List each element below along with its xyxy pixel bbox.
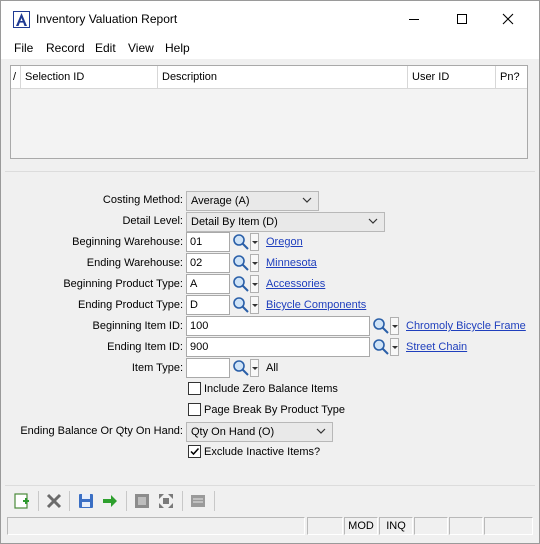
status-cell-empty	[484, 517, 533, 535]
toolbar-separator	[38, 491, 39, 511]
chevron-down-icon	[302, 197, 312, 203]
search-icon[interactable]	[232, 233, 250, 251]
grid-header: / Selection ID Description User ID Pn?	[11, 66, 527, 89]
exclude-inactive-checkbox[interactable]	[188, 445, 201, 458]
title-bar: Inventory Valuation Report	[1, 1, 539, 37]
app-logo-icon	[13, 11, 30, 28]
proceed-arrow-icon[interactable]	[101, 492, 119, 510]
beginning-item-id-label: Beginning Item ID:	[92, 320, 184, 332]
item-type-label: Item Type:	[131, 362, 183, 374]
detail-level-value: Detail By Item (D)	[191, 216, 278, 228]
chevron-down-icon	[316, 428, 326, 434]
include-zero-checkbox[interactable]	[188, 382, 201, 395]
status-bar: MOD INQ	[7, 517, 533, 535]
menu-edit[interactable]: Edit	[95, 41, 116, 55]
ending-warehouse-label: Ending Warehouse:	[86, 257, 183, 269]
print-preview-icon[interactable]	[133, 492, 151, 510]
menu-bar: File Record Edit View Help	[1, 37, 539, 59]
grid-sort-indicator[interactable]: /	[11, 66, 21, 88]
ending-product-type-label: Ending Product Type:	[78, 299, 183, 311]
ending-product-type-link[interactable]: Bicycle Components	[266, 299, 366, 311]
beginning-item-id-input[interactable]: 100	[186, 316, 370, 336]
toolbar	[5, 485, 535, 515]
item-type-input[interactable]	[186, 358, 230, 378]
save-icon[interactable]	[77, 492, 95, 510]
beginning-product-type-label: Beginning Product Type:	[63, 278, 183, 290]
column-user-id[interactable]: User ID	[408, 66, 496, 88]
page-break-label: Page Break By Product Type	[204, 404, 346, 416]
lookup-dropdown-arrow[interactable]	[250, 359, 259, 377]
exclude-inactive-label: Exclude Inactive Items?	[204, 446, 321, 458]
include-zero-label: Include Zero Balance Items	[204, 383, 338, 395]
lookup-dropdown-arrow[interactable]	[250, 233, 259, 251]
ending-item-id-label: Ending Item ID:	[107, 341, 183, 353]
lookup-dropdown-arrow[interactable]	[250, 296, 259, 314]
menu-record[interactable]: Record	[46, 41, 85, 55]
status-message-cell	[7, 517, 305, 535]
search-icon[interactable]	[372, 338, 390, 356]
ending-balance-value: Qty On Hand (O)	[191, 426, 275, 438]
lookup-dropdown-arrow[interactable]	[250, 254, 259, 272]
ending-balance-label: Ending Balance Or Qty On Hand:	[20, 425, 183, 437]
report-window: Inventory Valuation Report File Record E…	[0, 0, 540, 544]
toolbar-separator	[69, 491, 70, 511]
maximize-button[interactable]	[447, 7, 477, 31]
beginning-product-type-input[interactable]: A	[186, 274, 230, 294]
minimize-icon	[409, 19, 419, 20]
ending-balance-select[interactable]: Qty On Hand (O)	[186, 422, 333, 442]
costing-method-select[interactable]: Average (A)	[186, 191, 319, 211]
costing-method-label: Costing Method:	[102, 194, 183, 206]
costing-method-value: Average (A)	[191, 195, 250, 207]
column-description[interactable]: Description	[158, 66, 408, 88]
ending-warehouse-link[interactable]: Minnesota	[266, 257, 317, 269]
menu-file[interactable]: File	[14, 41, 33, 55]
lookup-dropdown-arrow[interactable]	[390, 317, 399, 335]
close-icon	[502, 13, 514, 25]
search-icon[interactable]	[372, 317, 390, 335]
column-selection-id[interactable]: Selection ID	[21, 66, 158, 88]
status-mod: MOD	[344, 517, 378, 535]
search-icon[interactable]	[232, 296, 250, 314]
close-button[interactable]	[493, 7, 523, 31]
new-record-icon[interactable]	[13, 492, 31, 510]
toolbar-separator	[214, 491, 215, 511]
status-inq: INQ	[379, 517, 413, 535]
ending-warehouse-input[interactable]: 02	[186, 253, 230, 273]
beginning-item-id-link[interactable]: Chromoly Bicycle Frame	[406, 320, 526, 332]
maximize-icon	[457, 14, 467, 24]
menu-help[interactable]: Help	[165, 41, 190, 55]
status-cell-empty	[414, 517, 448, 535]
search-icon[interactable]	[232, 359, 250, 377]
ending-product-type-input[interactable]: D	[186, 295, 230, 315]
notes-icon[interactable]	[189, 492, 207, 510]
minimize-button[interactable]	[399, 7, 429, 31]
detail-level-select[interactable]: Detail By Item (D)	[186, 212, 385, 232]
selection-grid[interactable]: / Selection ID Description User ID Pn?	[10, 65, 528, 159]
beginning-warehouse-link[interactable]: Oregon	[266, 236, 303, 248]
expand-icon[interactable]	[157, 492, 175, 510]
search-icon[interactable]	[232, 275, 250, 293]
section-divider	[5, 171, 535, 172]
beginning-warehouse-label: Beginning Warehouse:	[72, 236, 183, 248]
column-pn[interactable]: Pn?	[496, 66, 527, 88]
ending-item-id-link[interactable]: Street Chain	[406, 341, 467, 353]
toolbar-separator	[182, 491, 183, 511]
beginning-product-type-link[interactable]: Accessories	[266, 278, 325, 290]
page-break-checkbox[interactable]	[188, 403, 201, 416]
checkmark-icon	[190, 447, 200, 456]
item-type-description: All	[266, 362, 279, 374]
detail-level-label: Detail Level:	[122, 215, 183, 227]
chevron-down-icon	[368, 218, 378, 224]
ending-item-id-input[interactable]: 900	[186, 337, 370, 357]
delete-icon[interactable]	[45, 492, 63, 510]
menu-view[interactable]: View	[128, 41, 154, 55]
lookup-dropdown-arrow[interactable]	[250, 275, 259, 293]
status-cell-empty	[307, 517, 343, 535]
status-cell-empty	[449, 517, 483, 535]
lookup-dropdown-arrow[interactable]	[390, 338, 399, 356]
beginning-warehouse-input[interactable]: 01	[186, 232, 230, 252]
toolbar-separator	[126, 491, 127, 511]
search-icon[interactable]	[232, 254, 250, 272]
window-title: Inventory Valuation Report	[36, 12, 178, 26]
